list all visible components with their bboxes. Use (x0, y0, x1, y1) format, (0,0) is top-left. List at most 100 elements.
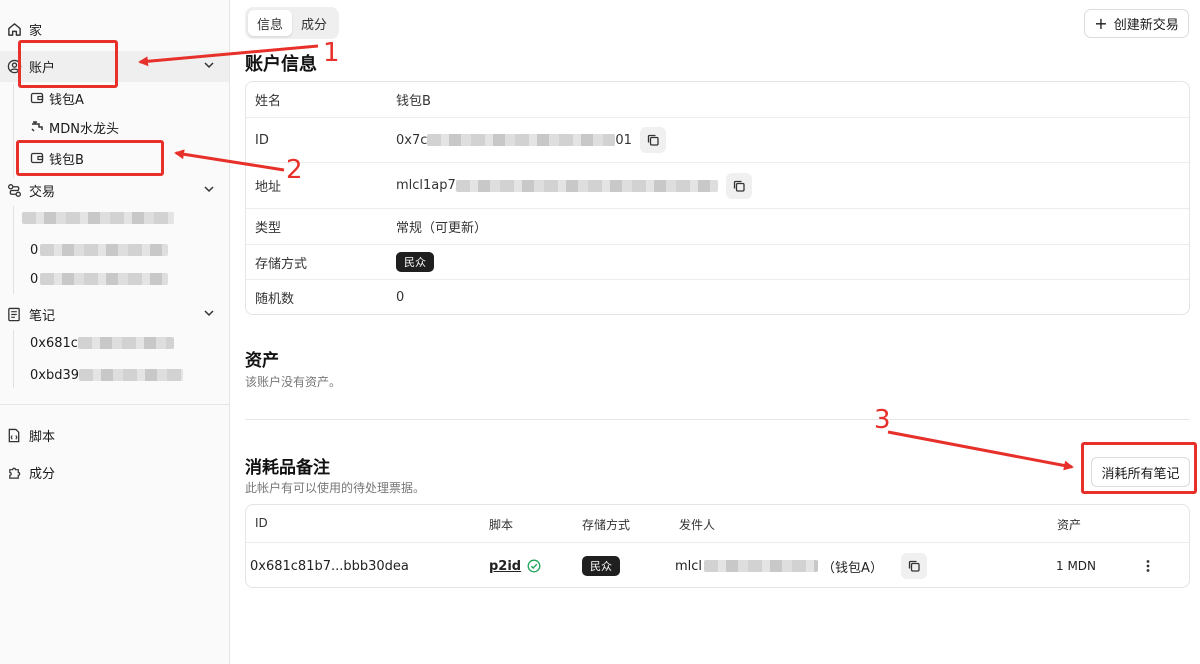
sidebar-item-label: 0xbd39 (30, 367, 80, 383)
chevron-down-icon[interactable] (203, 307, 215, 323)
info-key: 类型 (255, 221, 282, 236)
sidebar-item-label: 成分 (29, 466, 56, 482)
annotation-arrow-3 (887, 430, 1074, 471)
annotation-number-1: 1 (323, 38, 340, 68)
consumable-notes-title: 消耗品备注 (245, 458, 330, 478)
info-key: 存储方式 (255, 256, 308, 272)
info-row-id: ID 0x7c 01 (246, 118, 1189, 163)
info-value: 钱包B (396, 94, 431, 109)
redacted-text (79, 369, 184, 381)
sidebar-item-label: 脚本 (29, 429, 56, 445)
copy-icon (908, 560, 920, 572)
info-row-type: 类型 常规（可更新） (246, 209, 1189, 245)
sidebar-tx-item[interactable] (22, 204, 174, 232)
annotation-box-2 (16, 140, 164, 176)
copy-id-button[interactable] (639, 127, 666, 153)
sidebar-item-faucet[interactable]: MDN水龙头 (30, 113, 119, 141)
create-transaction-button[interactable]: + 创建新交易 (1084, 9, 1189, 38)
transactions-icon (6, 182, 22, 198)
annotation-number-2: 2 (286, 155, 303, 185)
info-value: 0x7c 01 (396, 127, 666, 153)
sidebar-item-wallet-a[interactable]: 钱包A (30, 84, 84, 112)
note-storage: 民众 (582, 555, 620, 577)
sidebar-note-item[interactable]: 0x681c (30, 329, 174, 357)
column-header-assets: 资产 (1057, 518, 1082, 532)
sidebar-item-scripts[interactable]: 脚本 (0, 420, 229, 450)
sidebar-item-label: 0 (30, 242, 39, 258)
info-key: ID (255, 132, 269, 148)
assets-title: 资产 (245, 351, 279, 371)
redacted-text (22, 212, 174, 224)
sidebar-item-notes[interactable]: 笔记 (0, 299, 229, 329)
info-key: 地址 (255, 180, 282, 195)
storage-badge: 民众 (396, 252, 434, 272)
tree-line (13, 330, 14, 388)
tab-components[interactable]: 成分 (292, 10, 336, 36)
notes-table: ID 脚本 存储方式 发件人 资产 0x681c81b7...bbb30dea … (245, 504, 1190, 588)
info-key: 随机数 (255, 292, 295, 307)
sidebar-item-label: 家 (29, 23, 43, 39)
sidebar-item-components[interactable]: 成分 (0, 457, 229, 487)
id-suffix: 01 (615, 132, 632, 148)
tree-line (13, 84, 14, 178)
wallet-icon (30, 91, 44, 105)
sidebar-item-label: 0 (30, 271, 39, 287)
storage-badge: 民众 (582, 556, 620, 576)
plus-icon: + (1094, 13, 1108, 33)
annotation-box-1 (18, 40, 118, 88)
script-file-icon (6, 427, 22, 443)
annotation-box-3 (1081, 442, 1197, 494)
address-prefix: mlcl1ap7 (396, 178, 456, 193)
column-header-storage: 存储方式 (582, 518, 631, 532)
copy-address-button[interactable] (725, 172, 752, 199)
info-value: 0 (396, 290, 405, 305)
sidebar-item-transactions[interactable]: 交易 (0, 175, 229, 205)
chevron-down-icon[interactable] (203, 59, 215, 75)
info-value: 常规（可更新） (396, 221, 488, 236)
column-header-id: ID (255, 516, 268, 530)
copy-icon (733, 180, 745, 192)
notes-icon (6, 306, 22, 322)
puzzle-icon (6, 464, 22, 480)
info-row-nonce: 随机数 0 (246, 280, 1189, 314)
tab-bar: 信息 成分 (245, 7, 340, 39)
more-options-icon[interactable] (1143, 555, 1153, 577)
sidebar-item-label: 笔记 (29, 308, 56, 324)
info-key: 姓名 (255, 94, 282, 109)
tree-line (13, 206, 14, 294)
redacted-text (40, 244, 169, 256)
note-script: p2id (489, 555, 541, 577)
account-info-card: 姓名 钱包B ID 0x7c 01 地址 mlcl1ap7 类型 常规（可更新）… (245, 81, 1190, 315)
info-row-address: 地址 mlcl1ap7 (246, 163, 1189, 209)
sidebar-item-label: 钱包A (49, 92, 84, 108)
script-link[interactable]: p2id (489, 559, 521, 574)
annotation-number-3: 3 (874, 405, 891, 435)
sidebar-divider (0, 404, 229, 405)
column-header-sender: 发件人 (679, 518, 716, 532)
info-value: mlcl1ap7 (396, 172, 752, 199)
sidebar-note-item[interactable]: 0xbd39 (30, 361, 184, 389)
redacted-text (455, 179, 718, 192)
account-info-title: 账户信息 (245, 54, 317, 75)
note-sender: mlcl （钱包A） (675, 553, 927, 579)
note-id: 0x681c81b7...bbb30dea (250, 558, 409, 574)
sidebar-tx-item[interactable]: 0 (30, 236, 169, 264)
id-prefix: 0x7c (396, 132, 428, 148)
redacted-text (40, 273, 169, 285)
assets-empty-text: 该账户没有资产。 (245, 375, 342, 389)
info-value: 民众 (396, 252, 434, 272)
redacted-text (77, 337, 174, 349)
sender-prefix: mlcl (675, 558, 703, 574)
tab-info[interactable]: 信息 (248, 10, 293, 36)
copy-sender-button[interactable] (900, 553, 927, 579)
sidebar-tx-item[interactable]: 0 (30, 265, 169, 293)
info-row-storage: 存储方式 民众 (246, 245, 1189, 280)
sidebar-item-label: MDN水龙头 (49, 121, 119, 137)
sidebar-item-label: 0x681c (30, 335, 78, 351)
redacted-text (427, 134, 616, 146)
chevron-down-icon[interactable] (203, 183, 215, 199)
check-circle-icon (527, 559, 541, 573)
section-divider (245, 419, 1190, 420)
copy-icon (647, 134, 659, 146)
home-icon (6, 21, 22, 37)
